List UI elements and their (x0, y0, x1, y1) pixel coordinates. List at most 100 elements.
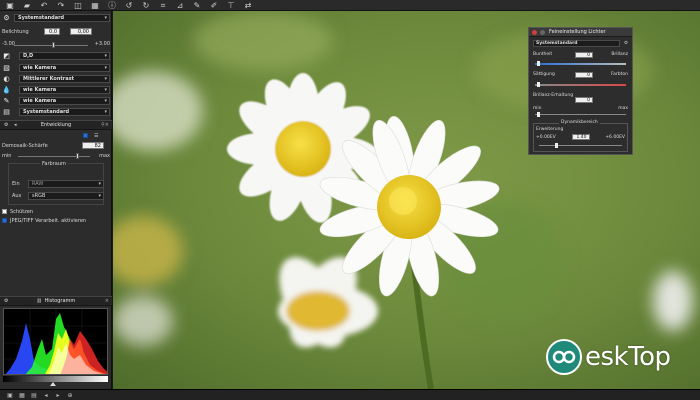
picture-control-dropdown[interactable]: wie Kamera ▾ (19, 63, 110, 72)
brillanz-knob[interactable] (537, 112, 540, 117)
ein-label: Ein (12, 180, 20, 187)
color-picker-icon[interactable]: ✎ (191, 1, 203, 10)
histogram-marker-icon[interactable] (50, 382, 56, 386)
droplet-value: wie Kamera (23, 86, 57, 93)
develop-check[interactable] (83, 133, 88, 138)
erweiterung-value[interactable]: 1.40 (571, 134, 590, 140)
brillanz-minmax-row: min max (533, 106, 628, 111)
brillanz-min: min (533, 106, 542, 111)
saettigung-slider[interactable] (535, 84, 626, 86)
info-icon[interactable]: ⓘ (106, 1, 118, 10)
compare-icon[interactable]: ◫ (72, 1, 84, 10)
rotate-left-icon[interactable]: ↺ (123, 1, 135, 10)
droplet-dropdown[interactable]: wie Kamera ▾ (19, 85, 110, 94)
exposure-value-2[interactable]: 0,00 (70, 28, 92, 35)
histogram-header[interactable]: ⚙ ▥ Histogramm × (0, 296, 112, 306)
brillanz-slider[interactable] (535, 114, 626, 115)
brillanz-max: max (618, 106, 628, 111)
brillanz-erhaltung-value[interactable]: 0 (575, 97, 593, 103)
saettigung-knob[interactable] (537, 82, 540, 87)
exposure-value[interactable]: 0,0 (44, 28, 60, 35)
exposure-min: -3.00 (2, 40, 15, 47)
watermark: eskTop (546, 339, 671, 375)
transfer-icon[interactable]: ⇄ (242, 1, 254, 10)
develop-settings-icon: ⚙ (4, 122, 9, 128)
contrast-row: ◐ Mittlerer Kontrast ▾ (2, 74, 110, 83)
develop-header[interactable]: ⚙ ◂ Entwicklung ⚲× (0, 120, 112, 130)
histogram-settings-icon: ⚙ (4, 298, 9, 304)
jpeg-row: JPEG/TIFF Verarbeit. aktivieren (2, 216, 110, 225)
highlight-panel: Feineinstellung Lichter Systemstandard ⚙… (528, 27, 633, 155)
wb-icon: ◩ (3, 51, 10, 60)
erweiterung-knob[interactable] (555, 143, 558, 148)
erweiterung-min: +0.00EV (536, 134, 556, 140)
histogram-icon: ▥ (36, 298, 42, 304)
folder-open-icon[interactable]: ▰ (21, 1, 33, 10)
close-icon[interactable] (532, 29, 537, 35)
histogram (3, 308, 108, 375)
wb-dropdown[interactable]: D,D ▾ (19, 51, 110, 60)
contrast-dropdown[interactable]: Mittlerer Kontrast ▾ (19, 74, 110, 83)
schuetzen-label: Schützen (10, 208, 34, 215)
ein-row: Ein RAW ▾ (12, 179, 104, 188)
sliders-icon[interactable]: ☰ (94, 133, 98, 139)
toolbar: ▣ ▰ ↶ ↷ ◫ ▦ ⓘ ↺ ↻ ⌗ ⊿ ✎ ✐ ⊤ ⇄ (0, 0, 700, 11)
highlight-panel-title: Feineinstellung Lichter (549, 29, 606, 35)
color-row: ▤ Systemstandard ▾ (2, 107, 110, 116)
color-dropdown[interactable]: Systemstandard ▾ (19, 107, 110, 116)
view-grid-icon[interactable]: ▦ (18, 392, 26, 399)
prev-icon[interactable]: ◂ (42, 392, 50, 399)
straighten-icon[interactable]: ⊿ (174, 1, 186, 10)
erweiterung-value-row: +0.00EV 1.40 +6.00EV (536, 134, 625, 140)
fp-menu-icon[interactable]: ⚙ (624, 41, 628, 46)
aus-dropdown[interactable]: sRGB ▾ (28, 191, 104, 200)
undo-icon[interactable]: ↶ (38, 1, 50, 10)
image-icon[interactable]: ▣ (4, 1, 16, 10)
saettigung-value[interactable]: 0 (575, 71, 593, 78)
demosaic-value[interactable]: 82 (82, 142, 104, 149)
aus-label: Aus (12, 192, 22, 199)
preset-dropdown[interactable]: Systemstandard ▾ (14, 13, 110, 22)
ein-dropdown[interactable]: RAW ▾ (28, 179, 104, 188)
buntheit-value[interactable]: 0 (575, 51, 593, 58)
picture-control-icon: ▧ (3, 63, 10, 72)
grid-icon[interactable]: ▦ (89, 1, 101, 10)
buntheit-row: Buntheit 0 Brillanz (533, 51, 628, 58)
crop-icon[interactable]: ⌗ (157, 1, 169, 10)
buntheit-label: Buntheit (533, 52, 553, 57)
highlight-panel-titlebar[interactable]: Feineinstellung Lichter (529, 28, 632, 37)
develop-title: Entwicklung (40, 122, 72, 128)
farbton-label: Farbton (610, 72, 628, 77)
aus-value: sRGB (32, 192, 46, 199)
view-filmstrip-icon[interactable]: ▤ (30, 392, 38, 399)
rotate-right-icon[interactable]: ↻ (140, 1, 152, 10)
fp-preset-dropdown[interactable]: Systemstandard (533, 40, 620, 47)
pen-value: wie Kamera (23, 97, 57, 104)
exposure-slider[interactable] (14, 45, 88, 46)
pen-dropdown[interactable]: wie Kamera ▾ (19, 96, 110, 105)
exposure-slider-knob[interactable] (52, 42, 55, 48)
view-single-icon[interactable]: ▣ (6, 392, 14, 399)
zoom-icon[interactable]: ⊕ (66, 392, 74, 399)
redo-icon[interactable]: ↷ (55, 1, 67, 10)
minimize-icon[interactable] (540, 29, 545, 35)
pin-icon[interactable]: ⊤ (225, 1, 237, 10)
erweiterung-slider[interactable] (539, 145, 622, 146)
jpeg-checkbox[interactable] (2, 218, 7, 223)
droplet-icon: 💧 (2, 85, 11, 94)
next-icon[interactable]: ▸ (54, 392, 62, 399)
pen-row: ✎ wie Kamera ▾ (2, 96, 110, 105)
jpeg-label: JPEG/TIFF Verarbeit. aktivieren (10, 217, 87, 224)
buntheit-slider[interactable] (535, 63, 626, 65)
schuetzen-checkbox[interactable] (2, 209, 7, 214)
demosaic-slider-knob[interactable] (76, 153, 79, 159)
brush-icon[interactable]: ✐ (208, 1, 220, 10)
brillanz-erhaltung-label: Brillanz-Erhaltung (533, 93, 574, 98)
histogram-close-icon[interactable]: × (105, 298, 109, 304)
panel-close-icon[interactable]: ⚲× (101, 122, 109, 128)
buntheit-knob[interactable] (537, 61, 540, 66)
exposure-slider-row: -3.00 +3.00 (2, 39, 110, 48)
demosaic-slider[interactable] (18, 156, 90, 157)
picture-control-value: wie Kamera (23, 64, 57, 71)
desktop-logo-icon (546, 339, 582, 375)
